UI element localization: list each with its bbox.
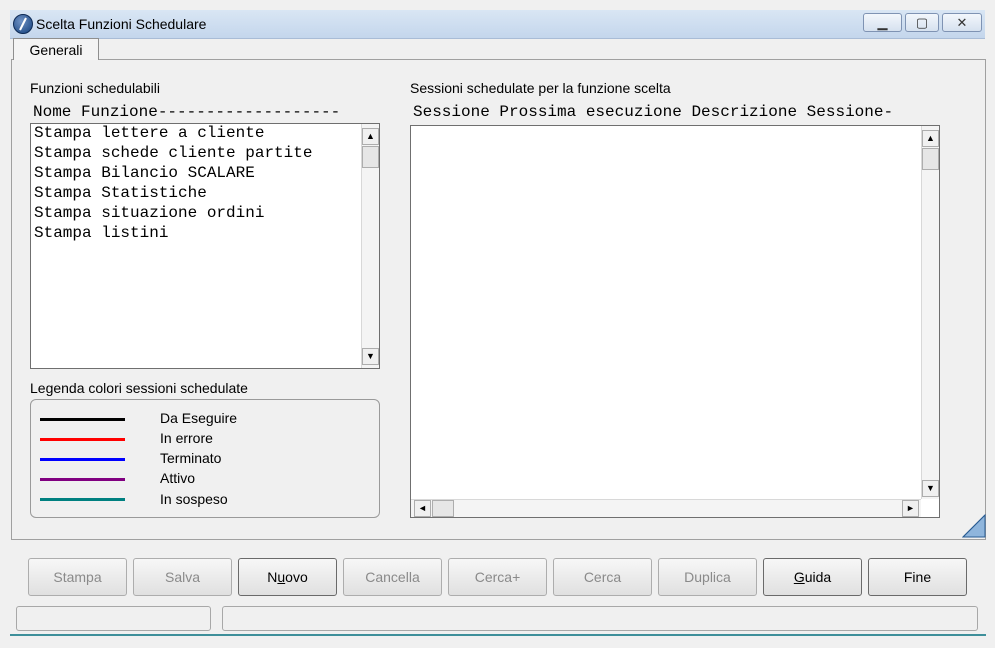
guida-label-mnemonic: G [793,569,805,585]
cancella-button[interactable]: Cancella [343,558,442,596]
list-item[interactable]: Stampa schede cliente partite [34,144,312,162]
scroll-left-icon[interactable]: ◄ [414,500,431,517]
guida-button[interactable]: Guida [763,558,862,596]
list-item[interactable]: Stampa situazione ordini [34,204,264,222]
legend-label-terminato: Terminato [160,450,222,466]
functions-vscrollbar[interactable]: ▲ ▼ [361,124,379,368]
legend-box: Da Eseguire In errore Terminato Attivo I… [30,399,380,518]
legend-label-in-sospeso: In sospeso [160,491,228,507]
nuovo-label-post: ovo [285,569,308,585]
functions-column-header: Nome Funzione------------------- [33,103,341,121]
scroll-up-icon[interactable]: ▲ [362,128,379,145]
functions-label: Funzioni schedulabili [30,80,160,96]
sessions-vscrollbar[interactable]: ▲ ▼ [921,126,939,499]
window-title: Scelta Funzioni Schedulare [36,16,207,32]
resize-grip-icon[interactable] [962,514,986,538]
scroll-down-icon[interactable]: ▼ [922,480,939,497]
duplica-button[interactable]: Duplica [658,558,757,596]
stampa-button[interactable]: Stampa [28,558,127,596]
cerca-button[interactable]: Cerca [553,558,652,596]
sessions-hscrollbar[interactable]: ◄ ► [411,499,921,517]
status-field-right [222,606,978,631]
tab-generali[interactable]: Generali [13,38,99,60]
legend-line-attivo [40,478,125,481]
scroll-up-icon[interactable]: ▲ [922,130,939,147]
legend-label-in-errore: In errore [160,430,213,446]
minimize-icon: ▁ [877,15,888,30]
app-logo-icon [13,14,33,34]
scroll-right-icon[interactable]: ► [902,500,919,517]
bottom-accent-line [10,634,986,636]
scroll-thumb[interactable] [922,148,939,170]
nuovo-button[interactable]: Nuovo [238,558,337,596]
scroll-thumb[interactable] [362,146,379,168]
title-bar[interactable]: Scelta Funzioni Schedulare ▁ ▢ ✕ [10,10,985,39]
nuovo-label-pre: N [267,569,278,585]
legend-label: Legenda colori sessioni schedulate [30,380,248,396]
status-field-left [16,606,211,631]
list-item[interactable]: Stampa Bilancio SCALARE [34,164,255,182]
list-item[interactable]: Stampa lettere a cliente [34,124,264,142]
list-item[interactable]: Stampa Statistiche [34,184,207,202]
nuovo-label-mnemonic: u [277,569,286,585]
sessions-column-header: Sessione Prossima esecuzione Descrizione… [413,103,894,121]
functions-listbox[interactable]: Stampa lettere a cliente Stampa schede c… [30,123,380,369]
list-item[interactable]: Stampa listini [34,224,168,242]
legend-line-in-sospeso [40,498,125,501]
scroll-down-icon[interactable]: ▼ [362,348,379,365]
minimize-button[interactable]: ▁ [863,13,902,32]
sessions-listbox[interactable]: ▲ ▼ ◄ ► [410,125,940,518]
legend-label-attivo: Attivo [160,470,196,486]
legend-label-da-eseguire: Da Eseguire [160,410,238,426]
legend-line-in-errore [40,438,125,441]
legend-line-terminato [40,458,125,461]
guida-label-post: uida [804,569,832,585]
scroll-thumb[interactable] [432,500,454,517]
tab-label: Generali [29,42,83,58]
legend-line-da-eseguire [40,418,125,421]
sessions-label: Sessioni schedulate per la funzione scel… [410,80,671,96]
maximize-button[interactable]: ▢ [905,13,939,32]
close-icon: ✕ [956,15,968,30]
close-button[interactable]: ✕ [942,13,982,32]
maximize-icon: ▢ [915,15,929,30]
cerca-plus-button[interactable]: Cerca+ [448,558,547,596]
salva-button[interactable]: Salva [133,558,232,596]
fine-button[interactable]: Fine [868,558,967,596]
